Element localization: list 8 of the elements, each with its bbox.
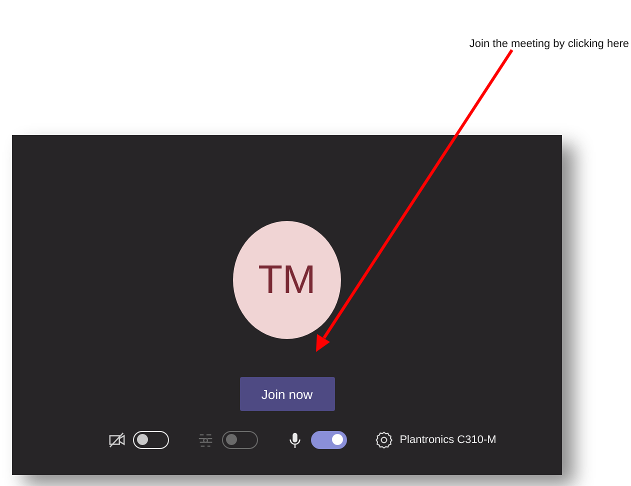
camera-off-icon [108, 431, 126, 449]
avatar: TM [233, 221, 341, 339]
settings-icon[interactable] [374, 431, 393, 449]
device-name: Plantronics C310-M [400, 434, 496, 446]
blur-icon [196, 431, 215, 449]
annotation-text: Join the meeting by clicking here [469, 38, 629, 50]
join-button[interactable]: Join now [240, 377, 334, 411]
toggle-switch[interactable] [310, 431, 347, 449]
